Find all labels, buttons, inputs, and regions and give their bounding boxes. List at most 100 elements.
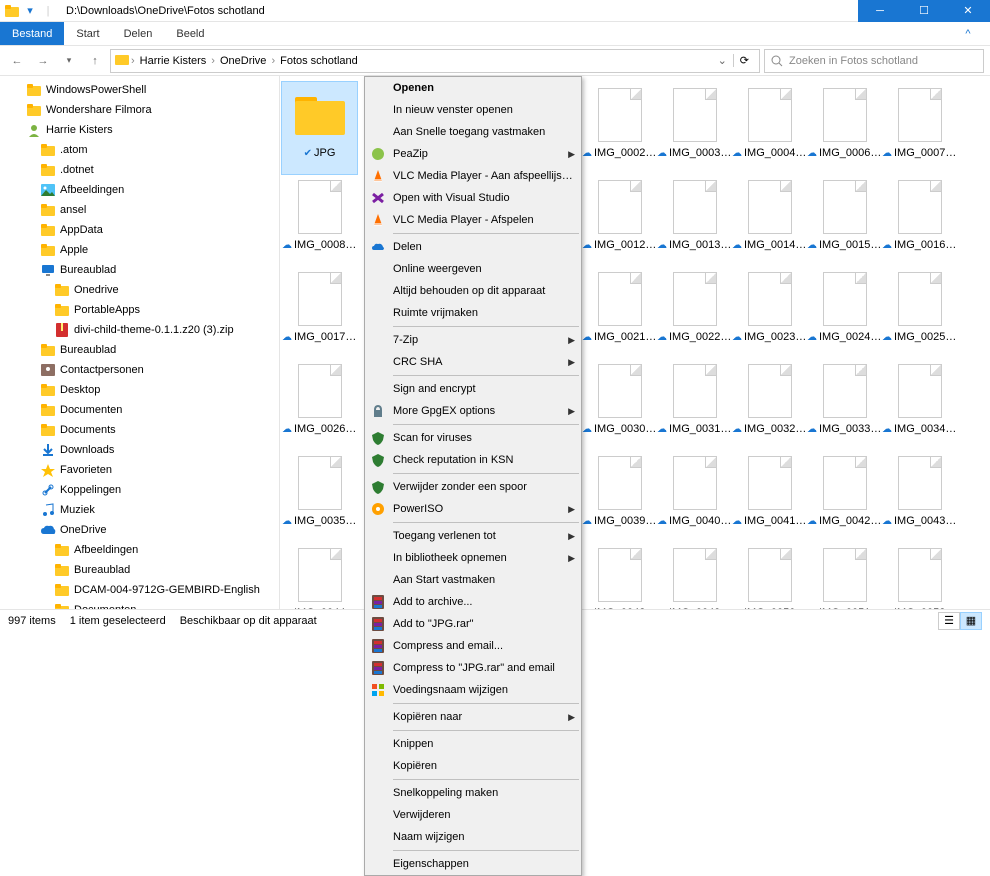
menu-item[interactable]: Openen xyxy=(365,77,581,99)
file-item[interactable]: ☁IMG_0007.CR2 xyxy=(882,82,957,174)
menu-item[interactable]: Check reputation in KSN xyxy=(365,449,581,471)
tree-item[interactable]: Documents xyxy=(0,420,279,440)
menu-item[interactable]: Altijd behouden op dit apparaat xyxy=(365,280,581,302)
tree-item[interactable]: Downloads xyxy=(0,440,279,460)
tree-item[interactable]: ansel xyxy=(0,200,279,220)
file-item[interactable]: ☁IMG_0032.CR2 xyxy=(732,358,807,450)
menu-item[interactable]: Online weergeven xyxy=(365,258,581,280)
chevron-right-icon[interactable]: › xyxy=(211,55,215,67)
file-item[interactable]: ☁IMG_0048.CR2 xyxy=(582,542,657,616)
view-details-button[interactable]: ☰ xyxy=(938,612,960,630)
file-item[interactable]: ☁IMG_0021.CR2 xyxy=(582,266,657,358)
tree-item[interactable]: Desktop xyxy=(0,380,279,400)
file-item[interactable]: ☁IMG_0015.CR2 xyxy=(807,174,882,266)
menu-item[interactable]: Toegang verlenen tot▶ xyxy=(365,525,581,547)
tree-item[interactable]: Harrie Kisters xyxy=(0,120,279,140)
menu-item[interactable]: Ruimte vrijmaken xyxy=(365,302,581,324)
menu-item[interactable]: 7-Zip▶ xyxy=(365,329,581,351)
search-input[interactable]: Zoeken in Fotos schotland xyxy=(764,49,984,73)
tree-item[interactable]: Wondershare Filmora xyxy=(0,100,279,120)
nav-forward-button[interactable]: → xyxy=(32,50,54,72)
file-item[interactable]: ☁IMG_0003.CR2 xyxy=(657,82,732,174)
menu-item[interactable]: In bibliotheek opnemen▶ xyxy=(365,547,581,569)
file-item[interactable]: ☁IMG_0025.CR2 xyxy=(882,266,957,358)
menu-item[interactable]: Add to archive... xyxy=(365,591,581,613)
ribbon-tab-beeld[interactable]: Beeld xyxy=(164,22,216,45)
menu-item[interactable]: Compress to "JPG.rar" and email xyxy=(365,657,581,679)
chevron-right-icon[interactable]: › xyxy=(271,55,275,67)
nav-up-button[interactable]: ↑ xyxy=(84,50,106,72)
file-item[interactable]: ☁IMG_0044.CR2 xyxy=(282,542,357,616)
ribbon-tab-start[interactable]: Start xyxy=(64,22,111,45)
menu-item[interactable]: VLC Media Player - Aan afspeellijst toev… xyxy=(365,165,581,187)
nav-back-button[interactable]: ← xyxy=(6,50,28,72)
file-item[interactable]: ☁IMG_0004.CR2 xyxy=(732,82,807,174)
file-item[interactable]: ☁IMG_0049.CR2 xyxy=(657,542,732,616)
folder-item-jpg[interactable]: ✔ JPG xyxy=(282,82,357,174)
file-item[interactable]: ☁IMG_0030.CR2 xyxy=(582,358,657,450)
tree-item[interactable]: Afbeeldingen xyxy=(0,540,279,560)
file-item[interactable]: ☁IMG_0052.CR2 xyxy=(882,542,957,616)
breadcrumb-dropdown[interactable]: ⌄ xyxy=(714,54,731,67)
tree-item[interactable]: .dotnet xyxy=(0,160,279,180)
file-item[interactable]: ☁IMG_0026.CR2 xyxy=(282,358,357,450)
tree-item[interactable]: Apple xyxy=(0,240,279,260)
file-item[interactable]: ☁IMG_0022.CR2 xyxy=(657,266,732,358)
file-item[interactable]: ☁IMG_0016.CR2 xyxy=(882,174,957,266)
menu-item[interactable]: VLC Media Player - Afspelen xyxy=(365,209,581,231)
breadcrumb[interactable]: › Harrie Kisters › OneDrive › Fotos scho… xyxy=(110,49,760,73)
tree-item[interactable]: OneDrive xyxy=(0,520,279,540)
file-item[interactable]: ☁IMG_0014.CR2 xyxy=(732,174,807,266)
menu-item[interactable]: Delen xyxy=(365,236,581,258)
breadcrumb-segment[interactable]: Fotos schotland xyxy=(277,55,361,67)
minimize-button[interactable]: ─ xyxy=(858,0,902,22)
file-item[interactable]: ☁IMG_0006.CR2 xyxy=(807,82,882,174)
file-item[interactable]: ☁IMG_0017.CR2 xyxy=(282,266,357,358)
nav-tree[interactable]: WindowsPowerShellWondershare FilmoraHarr… xyxy=(0,76,280,616)
file-item[interactable]: ☁IMG_0050.CR2 xyxy=(732,542,807,616)
menu-item[interactable]: PeaZip▶ xyxy=(365,143,581,165)
file-item[interactable]: ☁IMG_0024.CR2 xyxy=(807,266,882,358)
menu-item[interactable]: Compress and email... xyxy=(365,635,581,657)
menu-item[interactable]: Aan Snelle toegang vastmaken xyxy=(365,121,581,143)
chevron-right-icon[interactable]: › xyxy=(131,55,135,67)
ribbon-help-icon[interactable]: ^ xyxy=(946,22,990,45)
file-item[interactable]: ☁IMG_0008.CR2 xyxy=(282,174,357,266)
view-thumbnails-button[interactable]: ▦ xyxy=(960,612,982,630)
menu-item[interactable]: Open with Visual Studio xyxy=(365,187,581,209)
file-item[interactable]: ☁IMG_0051.CR2 xyxy=(807,542,882,616)
tree-item[interactable]: Bureaublad xyxy=(0,340,279,360)
tree-item[interactable]: Muziek xyxy=(0,500,279,520)
file-item[interactable]: ☁IMG_0012.CR2 xyxy=(582,174,657,266)
file-item[interactable]: ☁IMG_0039.CR2 xyxy=(582,450,657,542)
menu-item[interactable]: PowerISO▶ xyxy=(365,498,581,520)
tree-item[interactable]: DCAM-004-9712G-GEMBIRD-English xyxy=(0,580,279,600)
menu-item[interactable]: Scan for viruses xyxy=(365,427,581,449)
file-item[interactable]: ☁IMG_0041.CR2 xyxy=(732,450,807,542)
tree-item[interactable]: divi-child-theme-0.1.1.z20 (3).zip xyxy=(0,320,279,340)
file-item[interactable]: ☁IMG_0035.CR2 xyxy=(282,450,357,542)
menu-item[interactable]: Kopiëren xyxy=(365,755,581,777)
tree-item[interactable]: Onedrive xyxy=(0,280,279,300)
menu-item[interactable]: Voedingsnaam wijzigen xyxy=(365,679,581,701)
ribbon-file-tab[interactable]: Bestand xyxy=(0,22,64,45)
file-item[interactable]: ☁IMG_0013.CR2 xyxy=(657,174,732,266)
menu-item[interactable]: Eigenschappen xyxy=(365,853,581,875)
menu-item[interactable]: Knippen xyxy=(365,733,581,755)
context-menu[interactable]: OpenenIn nieuw venster openenAan Snelle … xyxy=(364,76,582,876)
menu-item[interactable]: More GpgEX options▶ xyxy=(365,400,581,422)
file-item[interactable]: ☁IMG_0002.CR2 xyxy=(582,82,657,174)
tree-item[interactable]: Afbeeldingen xyxy=(0,180,279,200)
tree-item[interactable]: Bureaublad xyxy=(0,260,279,280)
ribbon-tab-delen[interactable]: Delen xyxy=(112,22,165,45)
qat-dropdown-icon[interactable]: ▾ xyxy=(22,3,38,19)
tree-item[interactable]: Contactpersonen xyxy=(0,360,279,380)
file-item[interactable]: ☁IMG_0040.CR2 xyxy=(657,450,732,542)
menu-item[interactable]: Verwijder zonder een spoor xyxy=(365,476,581,498)
file-item[interactable]: ☁IMG_0034.CR2 xyxy=(882,358,957,450)
tree-item[interactable]: AppData xyxy=(0,220,279,240)
tree-item[interactable]: Favorieten xyxy=(0,460,279,480)
menu-item[interactable]: CRC SHA▶ xyxy=(365,351,581,373)
file-item[interactable]: ☁IMG_0031.CR2 xyxy=(657,358,732,450)
menu-item[interactable]: Kopiëren naar▶ xyxy=(365,706,581,728)
